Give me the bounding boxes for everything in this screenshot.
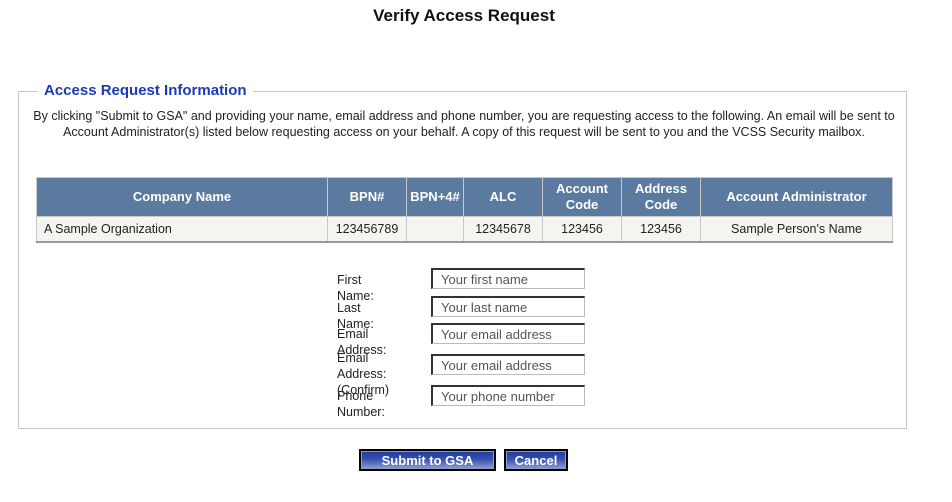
cancel-button[interactable]: Cancel [504,449,568,471]
email-confirm-label-text: Email Address: [337,351,387,381]
cell-company-name: A Sample Organization [36,216,328,243]
column-header-bpn-plus-4: BPN+4# [406,177,464,217]
column-header-address-code: Address Code [621,177,701,217]
cell-account-code: 123456 [542,216,622,243]
email-input[interactable] [431,323,585,344]
cell-bpn-plus-4 [406,216,464,243]
cell-bpn: 123456789 [327,216,407,243]
last-name-input[interactable] [431,296,585,317]
column-header-company-name: Company Name [36,177,328,217]
intro-text: By clicking "Submit to GSA" and providin… [33,109,895,139]
submit-to-gsa-button[interactable]: Submit to GSA [359,449,496,471]
column-header-account-administrator: Account Administrator [700,177,893,217]
cell-alc: 12345678 [463,216,543,243]
column-header-alc: ALC [463,177,543,217]
page-title: Verify Access Request [373,6,555,25]
table-row: A Sample Organization 123456789 12345678… [36,216,893,243]
email-confirm-input[interactable] [431,354,585,375]
access-request-table: Company Name BPN# BPN+4# ALC Account Cod… [36,177,893,243]
cell-account-administrator: Sample Person's Name [700,216,893,243]
access-request-fieldset: Access Request Information By clicking "… [18,82,907,429]
phone-label: Phone Number: [337,389,385,419]
first-name-input[interactable] [431,268,585,289]
cell-address-code: 123456 [621,216,701,243]
section-legend: Access Request Information [38,82,253,99]
table-header-row: Company Name BPN# BPN+4# ALC Account Cod… [36,177,893,217]
column-header-bpn: BPN# [327,177,407,217]
phone-input[interactable] [431,385,585,406]
column-header-account-code: Account Code [542,177,622,217]
